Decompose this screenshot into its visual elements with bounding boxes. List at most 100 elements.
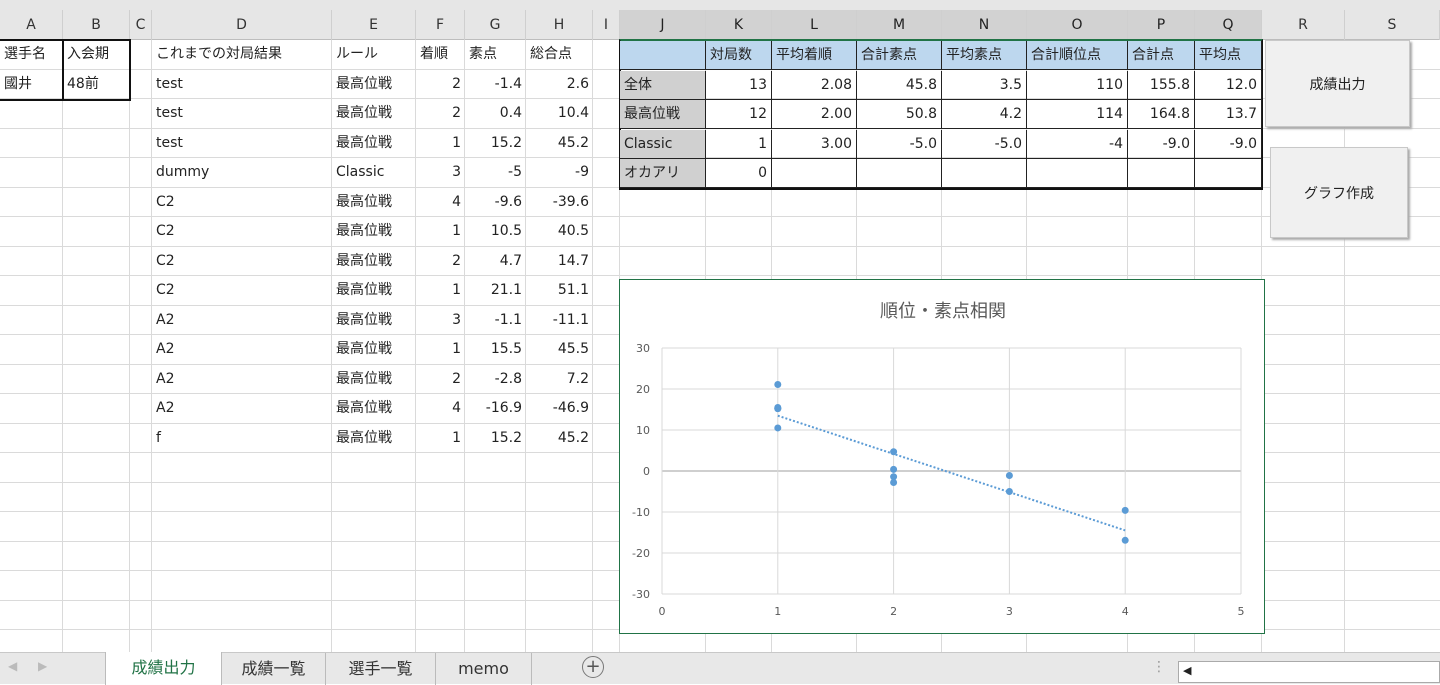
results-cell[interactable]: 10.5 bbox=[465, 217, 526, 246]
results-cell[interactable]: 1 bbox=[416, 129, 465, 158]
results-cell[interactable]: 3 bbox=[416, 306, 465, 335]
summary-cell[interactable]: 13 bbox=[706, 70, 772, 100]
results-cell[interactable]: 15.5 bbox=[465, 335, 526, 364]
results-header[interactable]: これまでの対局結果 bbox=[152, 40, 332, 69]
results-cell[interactable]: 2 bbox=[416, 70, 465, 99]
summary-cell[interactable]: 114 bbox=[1027, 100, 1128, 129]
results-cell[interactable]: C2 bbox=[152, 217, 332, 246]
column-header-F[interactable]: F bbox=[416, 10, 465, 40]
column-header-P[interactable]: P bbox=[1128, 10, 1195, 40]
summary-cell[interactable]: 2.00 bbox=[772, 100, 857, 129]
results-cell[interactable]: 2 bbox=[416, 365, 465, 394]
results-cell[interactable]: test bbox=[152, 70, 332, 99]
summary-header[interactable]: 合計点 bbox=[1128, 41, 1195, 70]
scroll-left-icon[interactable]: ◀ bbox=[8, 659, 17, 673]
results-cell[interactable]: A2 bbox=[152, 335, 332, 364]
results-cell[interactable]: -9.6 bbox=[465, 188, 526, 217]
results-cell[interactable]: -16.9 bbox=[465, 394, 526, 423]
summary-cell[interactable]: オカアリ bbox=[620, 159, 706, 188]
results-cell[interactable]: C2 bbox=[152, 247, 332, 276]
join-period-header[interactable]: 入会期 bbox=[63, 40, 130, 69]
results-cell[interactable]: 15.2 bbox=[465, 424, 526, 453]
column-header-B[interactable]: B bbox=[63, 10, 130, 40]
summary-cell[interactable]: 3.5 bbox=[942, 70, 1027, 100]
horizontal-scrollbar[interactable]: ◀ bbox=[1178, 661, 1440, 683]
results-cell[interactable]: 45.5 bbox=[526, 335, 593, 364]
summary-header[interactable]: 平均着順 bbox=[772, 41, 857, 70]
results-cell[interactable]: C2 bbox=[152, 276, 332, 305]
scroll-left-arrow-icon[interactable]: ◀ bbox=[1183, 664, 1191, 677]
create-graph-button[interactable]: グラフ作成 bbox=[1270, 147, 1408, 238]
results-cell[interactable]: 40.5 bbox=[526, 217, 593, 246]
summary-cell[interactable] bbox=[772, 159, 857, 188]
summary-cell[interactable]: 45.8 bbox=[857, 70, 942, 100]
results-cell[interactable]: 3 bbox=[416, 158, 465, 187]
results-cell[interactable]: dummy bbox=[152, 158, 332, 187]
summary-header[interactable]: 平均点 bbox=[1195, 41, 1262, 70]
column-header-I[interactable]: I bbox=[593, 10, 620, 40]
summary-cell[interactable]: 13.7 bbox=[1195, 100, 1262, 129]
column-header-A[interactable]: A bbox=[0, 10, 63, 40]
summary-cell[interactable]: 12.0 bbox=[1195, 70, 1262, 100]
results-cell[interactable]: 最高位戦 bbox=[332, 424, 416, 453]
results-cell[interactable]: 45.2 bbox=[526, 424, 593, 453]
results-cell[interactable]: 21.1 bbox=[465, 276, 526, 305]
summary-cell[interactable]: -5.0 bbox=[857, 129, 942, 159]
splitter-handle[interactable]: ⋮ bbox=[1152, 659, 1166, 675]
column-header-R[interactable]: R bbox=[1262, 10, 1345, 40]
summary-cell[interactable]: 110 bbox=[1027, 70, 1128, 100]
results-cell[interactable]: -2.8 bbox=[465, 365, 526, 394]
results-cell[interactable]: 0.4 bbox=[465, 99, 526, 128]
summary-cell[interactable]: 0 bbox=[706, 159, 772, 188]
summary-header[interactable] bbox=[620, 41, 706, 70]
summary-header[interactable]: 平均素点 bbox=[942, 41, 1027, 70]
column-header-H[interactable]: H bbox=[526, 10, 593, 40]
results-cell[interactable]: 最高位戦 bbox=[332, 365, 416, 394]
results-cell[interactable]: 最高位戦 bbox=[332, 217, 416, 246]
column-header-D[interactable]: D bbox=[152, 10, 332, 40]
summary-cell[interactable]: 12 bbox=[706, 100, 772, 129]
results-cell[interactable]: 最高位戦 bbox=[332, 188, 416, 217]
results-cell[interactable]: 最高位戦 bbox=[332, 276, 416, 305]
summary-cell[interactable]: 全体 bbox=[620, 70, 706, 100]
summary-cell[interactable] bbox=[857, 159, 942, 188]
column-header-K[interactable]: K bbox=[706, 10, 772, 40]
summary-cell[interactable]: 3.00 bbox=[772, 129, 857, 159]
column-header-E[interactable]: E bbox=[332, 10, 416, 40]
player-name-cell[interactable]: 國井 bbox=[0, 70, 63, 99]
join-period-cell[interactable]: 48前 bbox=[63, 70, 130, 99]
column-header-G[interactable]: G bbox=[465, 10, 526, 40]
results-cell[interactable]: 最高位戦 bbox=[332, 129, 416, 158]
column-header-L[interactable]: L bbox=[772, 10, 857, 40]
results-cell[interactable]: 51.1 bbox=[526, 276, 593, 305]
results-cell[interactable]: 4 bbox=[416, 188, 465, 217]
results-cell[interactable]: -1.1 bbox=[465, 306, 526, 335]
add-sheet-icon[interactable]: + bbox=[582, 656, 604, 678]
summary-cell[interactable] bbox=[942, 159, 1027, 188]
results-cell[interactable]: 10.4 bbox=[526, 99, 593, 128]
results-cell[interactable]: 最高位戦 bbox=[332, 247, 416, 276]
results-cell[interactable]: A2 bbox=[152, 306, 332, 335]
results-header[interactable]: ルール bbox=[332, 40, 416, 69]
summary-cell[interactable]: 155.8 bbox=[1128, 70, 1195, 100]
player-name-header[interactable]: 選手名 bbox=[0, 40, 63, 69]
results-cell[interactable]: 2 bbox=[416, 99, 465, 128]
results-cell[interactable]: 7.2 bbox=[526, 365, 593, 394]
column-header-Q[interactable]: Q bbox=[1195, 10, 1262, 40]
summary-cell[interactable]: Classic bbox=[620, 129, 706, 159]
results-cell[interactable]: 14.7 bbox=[526, 247, 593, 276]
results-cell[interactable]: 15.2 bbox=[465, 129, 526, 158]
results-cell[interactable]: -39.6 bbox=[526, 188, 593, 217]
summary-cell[interactable]: 50.8 bbox=[857, 100, 942, 129]
results-cell[interactable]: 1 bbox=[416, 335, 465, 364]
summary-cell[interactable]: -9.0 bbox=[1128, 129, 1195, 159]
column-header-N[interactable]: N bbox=[942, 10, 1027, 40]
results-cell[interactable]: 1 bbox=[416, 424, 465, 453]
summary-cell[interactable] bbox=[1195, 159, 1262, 188]
results-cell[interactable]: -1.4 bbox=[465, 70, 526, 99]
summary-cell[interactable]: 4.2 bbox=[942, 100, 1027, 129]
results-cell[interactable]: -5 bbox=[465, 158, 526, 187]
summary-header[interactable]: 合計素点 bbox=[857, 41, 942, 70]
results-cell[interactable]: 4 bbox=[416, 394, 465, 423]
results-cell[interactable]: f bbox=[152, 424, 332, 453]
